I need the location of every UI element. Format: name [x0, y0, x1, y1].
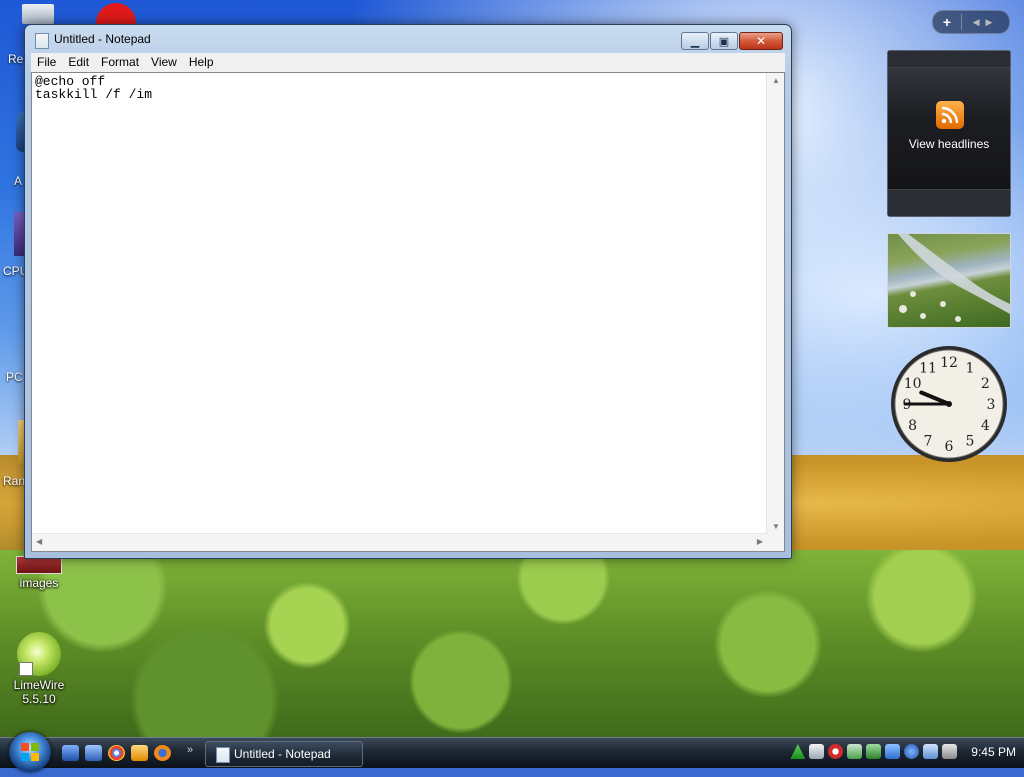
- shortcut-arrow-icon: [19, 662, 33, 676]
- clock-number: 5: [966, 433, 975, 449]
- limewire-icon: [17, 632, 61, 676]
- tray-check-icon[interactable]: [847, 744, 863, 759]
- tray-app-icon[interactable]: [809, 744, 825, 759]
- chrome-icon[interactable]: [108, 745, 125, 761]
- clock-gadget[interactable]: 121234567891011: [888, 343, 1010, 465]
- tray-info-icon[interactable]: [885, 744, 901, 759]
- clock-number: 3: [987, 397, 996, 413]
- wallpaper-bushes: [0, 550, 1024, 738]
- menu-view[interactable]: View: [145, 53, 183, 69]
- volume-muted-icon[interactable]: [942, 744, 958, 759]
- minimize-icon: ▁: [690, 35, 700, 48]
- add-gadget-button[interactable]: +: [933, 14, 962, 30]
- taskbar-item-label: Untitled - Notepad: [234, 747, 331, 761]
- vertical-scrollbar[interactable]: ▲ ▼: [766, 73, 784, 534]
- menu-help[interactable]: Help: [183, 53, 220, 69]
- quick-launch: [62, 745, 171, 761]
- sidebar-controls: + ◀▶: [932, 10, 1010, 34]
- clock-number: 10: [904, 376, 922, 392]
- clock-number: 6: [945, 439, 954, 455]
- switch-windows-icon[interactable]: [85, 745, 102, 761]
- tray-globe-icon[interactable]: [904, 744, 920, 759]
- maximize-icon: ▣: [718, 35, 730, 48]
- mail-icon[interactable]: [131, 745, 148, 761]
- clock-number: 11: [919, 361, 937, 377]
- desktop-icon-limewire[interactable]: LimeWire 5.5.10: [4, 632, 74, 706]
- gadget-header: [888, 51, 1010, 68]
- clock-center: [946, 401, 952, 407]
- start-button[interactable]: [9, 732, 51, 772]
- notepad-icon[interactable]: [35, 33, 49, 49]
- desktop-icon-pc-label[interactable]: PC: [6, 370, 23, 384]
- quick-launch-more-icon[interactable]: »: [187, 744, 193, 756]
- scroll-up-icon[interactable]: ▲: [772, 76, 780, 85]
- close-button[interactable]: ✕: [739, 32, 783, 50]
- minimize-button[interactable]: ▁: [681, 32, 709, 50]
- resize-grip-icon[interactable]: [767, 534, 784, 551]
- notepad-icon: [216, 747, 230, 763]
- menu-file[interactable]: File: [31, 53, 62, 69]
- editor-content[interactable]: @echo off taskkill /f /im: [35, 75, 152, 101]
- feed-headlines-gadget[interactable]: View headlines: [887, 50, 1011, 217]
- system-tray: 9:45 PM: [790, 744, 1016, 759]
- scroll-left-icon[interactable]: ◀: [36, 537, 42, 546]
- desktop-icon-label: images: [19, 576, 59, 590]
- desktop-icon-a-label[interactable]: A: [14, 174, 22, 188]
- gadget-footer: [888, 189, 1010, 216]
- close-icon: ✕: [755, 34, 767, 48]
- windows-logo-icon: [21, 743, 39, 761]
- clock-face-icon: 121234567891011: [891, 346, 1007, 462]
- desktop-icon-ran-label[interactable]: Ran: [3, 474, 25, 488]
- slideshow-gadget[interactable]: [887, 233, 1011, 328]
- tray-block-icon[interactable]: [828, 744, 844, 759]
- clock-number: 8: [908, 418, 917, 434]
- scroll-right-icon[interactable]: ▶: [757, 537, 763, 546]
- clock-number: 1: [966, 361, 975, 377]
- window-titlebar[interactable]: Untitled - Notepad ▁ ▣ ✕: [25, 25, 791, 53]
- firefox-icon[interactable]: [154, 745, 171, 761]
- clock-number: 2: [981, 376, 990, 392]
- clock-number: 4: [981, 418, 990, 434]
- window-title: Untitled - Notepad: [54, 32, 151, 46]
- maximize-button[interactable]: ▣: [710, 32, 738, 50]
- network-icon[interactable]: [923, 744, 939, 759]
- window-controls: ▁ ▣ ✕: [681, 32, 783, 50]
- desktop-icon-recycle-bin-label[interactable]: Re: [8, 52, 23, 66]
- desktop-icon-label: LimeWire 5.5.10: [13, 678, 65, 706]
- view-headlines-link[interactable]: View headlines: [888, 137, 1010, 151]
- taskbar: » Untitled - Notepad 9:45 PM: [0, 732, 1024, 772]
- clock-time[interactable]: 9:45 PM: [971, 745, 1016, 759]
- taskbar-item-notepad[interactable]: Untitled - Notepad: [205, 741, 363, 767]
- desktop-icon-images[interactable]: images: [4, 556, 74, 590]
- landscape-photo-icon: [898, 234, 1010, 322]
- clock-number: 7: [924, 433, 933, 449]
- recycle-bin-icon[interactable]: [22, 4, 54, 24]
- cpu-z-icon[interactable]: [14, 212, 24, 256]
- rss-icon: [936, 101, 964, 129]
- scroll-down-icon[interactable]: ▼: [772, 522, 780, 531]
- show-desktop-icon[interactable]: [62, 745, 79, 761]
- tray-green-icon[interactable]: [790, 744, 806, 759]
- horizontal-scrollbar[interactable]: ◀ ▶: [32, 533, 767, 551]
- gadget-nav-icon[interactable]: ◀▶: [962, 17, 1009, 28]
- menu-format[interactable]: Format: [95, 53, 145, 69]
- clock-number: 12: [940, 355, 958, 371]
- tray-network-app-icon[interactable]: [866, 744, 882, 759]
- notepad-window[interactable]: Untitled - Notepad ▁ ▣ ✕ File Edit Format V…: [24, 24, 792, 559]
- menu-edit[interactable]: Edit: [62, 53, 95, 69]
- menu-bar: File Edit Format View Help: [31, 53, 785, 73]
- text-editor[interactable]: @echo off taskkill /f /im ▲ ▼ ◀ ▶: [31, 72, 785, 552]
